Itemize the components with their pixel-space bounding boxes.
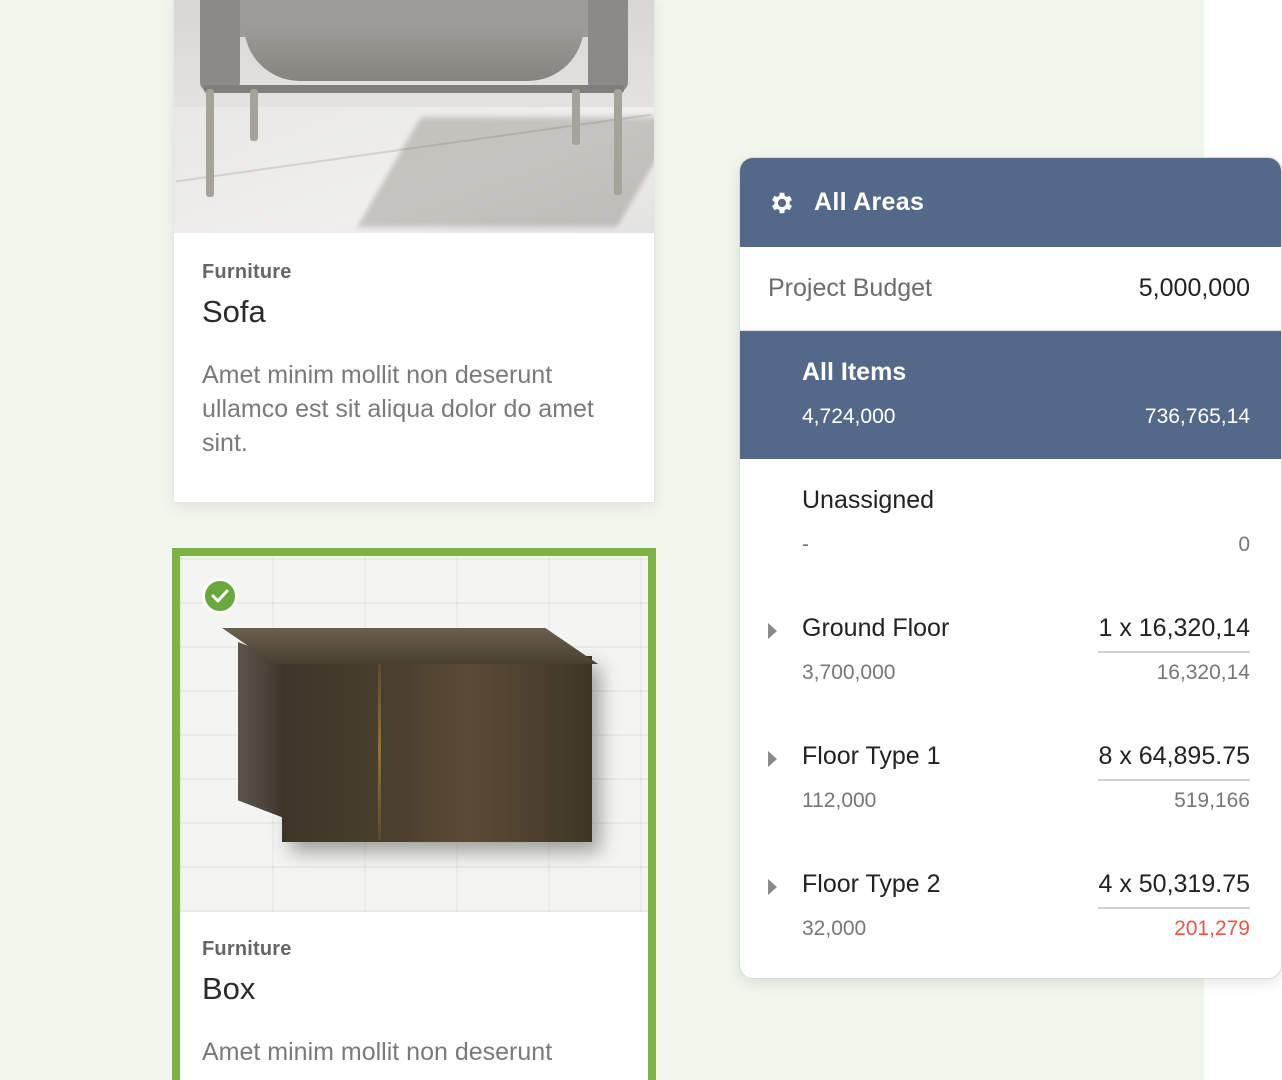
area-name: Floor Type 2 [802, 870, 941, 898]
area-quantity-cost: 4 x 50,319.75 [1098, 870, 1250, 909]
sofa-leg [250, 89, 258, 141]
area-budget: - [802, 533, 809, 556]
area-budget: 112,000 [802, 789, 877, 812]
sofa-arm-left [200, 0, 240, 92]
sofa-leg [206, 89, 214, 197]
area-total: 16,320,14 [1156, 661, 1250, 684]
area-total-over-budget: 201,279 [1174, 917, 1250, 940]
area-name: Ground Floor [802, 614, 950, 642]
area-quantity-cost: 1 x 16,320,14 [1098, 614, 1250, 653]
sofa-leg [614, 89, 622, 195]
card-body: Furniture Sofa Amet minim mollit non des… [174, 233, 654, 460]
product-category: Furniture [202, 261, 292, 283]
mailbox-seam [378, 660, 381, 840]
area-total: 0 [1238, 533, 1250, 556]
area-row-ground-floor[interactable]: Ground Floor 1 x 16,320,14 3,700,000 16,… [740, 587, 1281, 715]
card-body: Furniture Box Amet minim mollit non dese… [180, 912, 648, 1069]
panel-header[interactable]: All Areas [740, 158, 1281, 247]
area-row-all-items[interactable]: All Items 4,724,000 736,765,14 [740, 331, 1281, 459]
expand-caret-icon[interactable] [768, 751, 777, 767]
area-row-unassigned[interactable]: Unassigned - 0 [740, 459, 1281, 587]
product-title: Box [202, 971, 256, 1006]
area-row-floor-type-1[interactable]: Floor Type 1 8 x 64,895.75 112,000 519,1… [740, 715, 1281, 843]
product-category: Furniture [202, 938, 292, 960]
area-budget: 4,724,000 [802, 405, 896, 428]
area-budget: 3,700,000 [802, 661, 896, 684]
product-description: Amet minim mollit non deserunt ullamco e… [202, 361, 594, 457]
mailbox-body [282, 656, 592, 842]
product-card-sofa[interactable]: Furniture Sofa Amet minim mollit non des… [173, 0, 655, 503]
stage: Furniture Sofa Amet minim mollit non des… [0, 0, 1282, 1080]
panel-title: All Areas [814, 188, 925, 216]
product-image-box [180, 556, 648, 912]
area-total: 736,765,14 [1144, 405, 1250, 428]
budget-value: 5,000,000 [1138, 274, 1250, 302]
area-budget: 32,000 [802, 917, 867, 940]
area-name: Floor Type 1 [802, 742, 941, 770]
area-name: Unassigned [802, 486, 935, 514]
area-name: All Items [802, 358, 907, 386]
sofa-leg [572, 89, 580, 145]
area-quantity-cost: 8 x 64,895.75 [1098, 742, 1250, 781]
areas-panel: All Areas Project Budget 5,000,000 All I… [739, 157, 1282, 979]
product-card-box[interactable]: Furniture Box Amet minim mollit non dese… [172, 548, 656, 1080]
product-image-sofa [174, 0, 654, 233]
expand-caret-icon[interactable] [768, 879, 777, 895]
mailbox-side [238, 642, 284, 818]
product-title: Sofa [202, 294, 266, 329]
mailbox-lid [222, 628, 598, 664]
sofa-arm-right [588, 0, 628, 92]
check-icon [202, 578, 238, 614]
expand-caret-icon[interactable] [768, 623, 777, 639]
gear-icon[interactable] [768, 189, 796, 217]
area-row-floor-type-2[interactable]: Floor Type 2 4 x 50,319.75 32,000 201,27… [740, 843, 1281, 971]
product-description: Amet minim mollit non deserunt [202, 1038, 553, 1066]
budget-label: Project Budget [768, 274, 932, 302]
sofa-base [204, 85, 624, 93]
sofa-cushion [244, 25, 584, 81]
project-budget-row: Project Budget 5,000,000 [740, 247, 1281, 331]
area-total: 519,166 [1174, 789, 1250, 812]
